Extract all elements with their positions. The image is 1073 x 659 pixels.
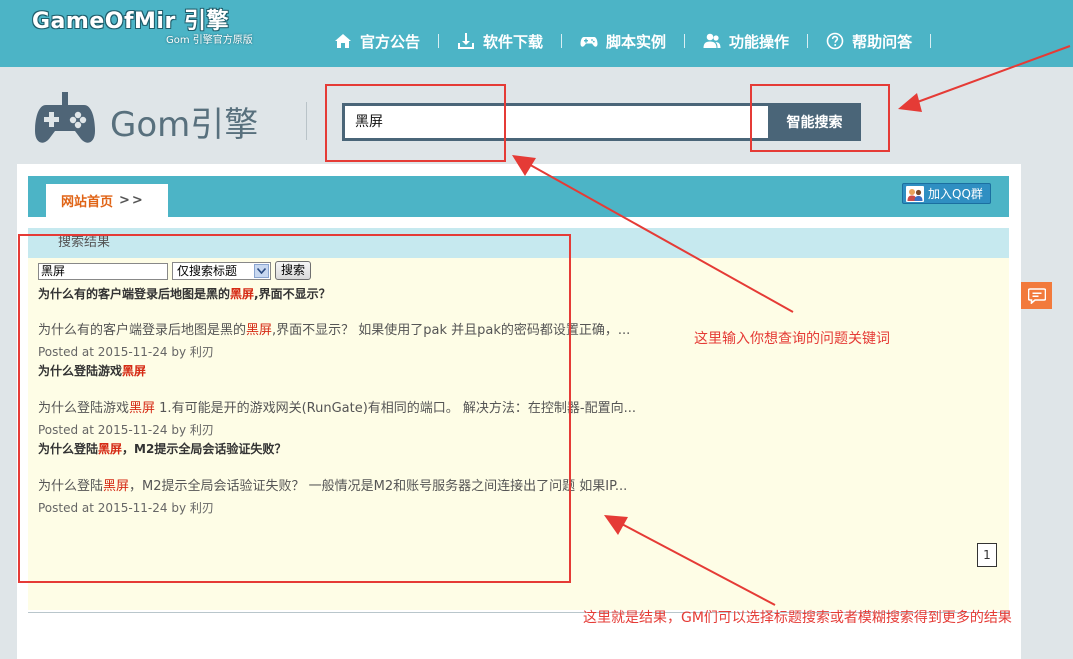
chat-bubble-icon (1027, 287, 1046, 304)
site-logo-subtitle: Gom 引擎官方原版 (166, 35, 253, 46)
main-nav: 官方公告 软件下载 脚本实例 功能操作 帮助问答 (334, 29, 949, 53)
breadcrumb-home-link[interactable]: 网站首页 (61, 191, 113, 210)
breadcrumb[interactable]: 网站首页 >> (46, 184, 168, 217)
breadcrumb-separator: >> (119, 193, 145, 208)
download-icon (458, 33, 475, 49)
annotation-box-search-button (750, 84, 890, 152)
home-icon (335, 34, 351, 48)
nav-divider (561, 34, 563, 48)
annotation-box-search-input (325, 84, 506, 162)
brand-title: Gom引擎 (110, 105, 259, 145)
nav-item-label: 脚本实例 (606, 32, 667, 51)
feedback-button[interactable] (1021, 282, 1052, 309)
join-qq-group-label: 加入QQ群 (928, 187, 983, 201)
annotation-keyword-hint: 这里输入你想查询的问题关键词 (694, 331, 890, 347)
header-divider (306, 102, 307, 140)
qq-group-icon (906, 185, 924, 202)
nav-divider (438, 34, 440, 48)
users-icon (703, 33, 721, 48)
nav-item-help[interactable]: 帮助问答 (826, 31, 912, 52)
nav-divider (930, 34, 932, 48)
nav-item-label: 官方公告 (360, 32, 421, 51)
join-qq-group-button[interactable]: 加入QQ群 (902, 183, 991, 204)
gamepad-logo-icon (35, 92, 95, 143)
nav-item-label: 功能操作 (729, 32, 790, 51)
nav-item-label: 帮助问答 (852, 32, 913, 51)
nav-item-operations[interactable]: 功能操作 (703, 31, 789, 52)
annotation-box-results (18, 234, 571, 583)
nav-item-announcements[interactable]: 官方公告 (334, 31, 420, 52)
top-bar: GameOfMir 引擎 Gom 引擎官方原版 官方公告 软件下载 脚本实例 功… (0, 0, 1073, 67)
pagination-page-1[interactable]: 1 (977, 543, 997, 567)
breadcrumb-bar (28, 176, 1009, 217)
nav-item-label: 软件下载 (483, 32, 544, 51)
nav-item-scripts[interactable]: 脚本实例 (580, 31, 666, 52)
help-icon (826, 32, 844, 50)
annotation-result-hint: 这里就是结果，GM们可以选择标题搜索或者模糊搜索得到更多的结果 (583, 610, 1012, 626)
gamepad-icon (580, 37, 598, 47)
nav-divider (807, 34, 809, 48)
nav-item-downloads[interactable]: 软件下载 (457, 31, 543, 52)
nav-divider (684, 34, 686, 48)
